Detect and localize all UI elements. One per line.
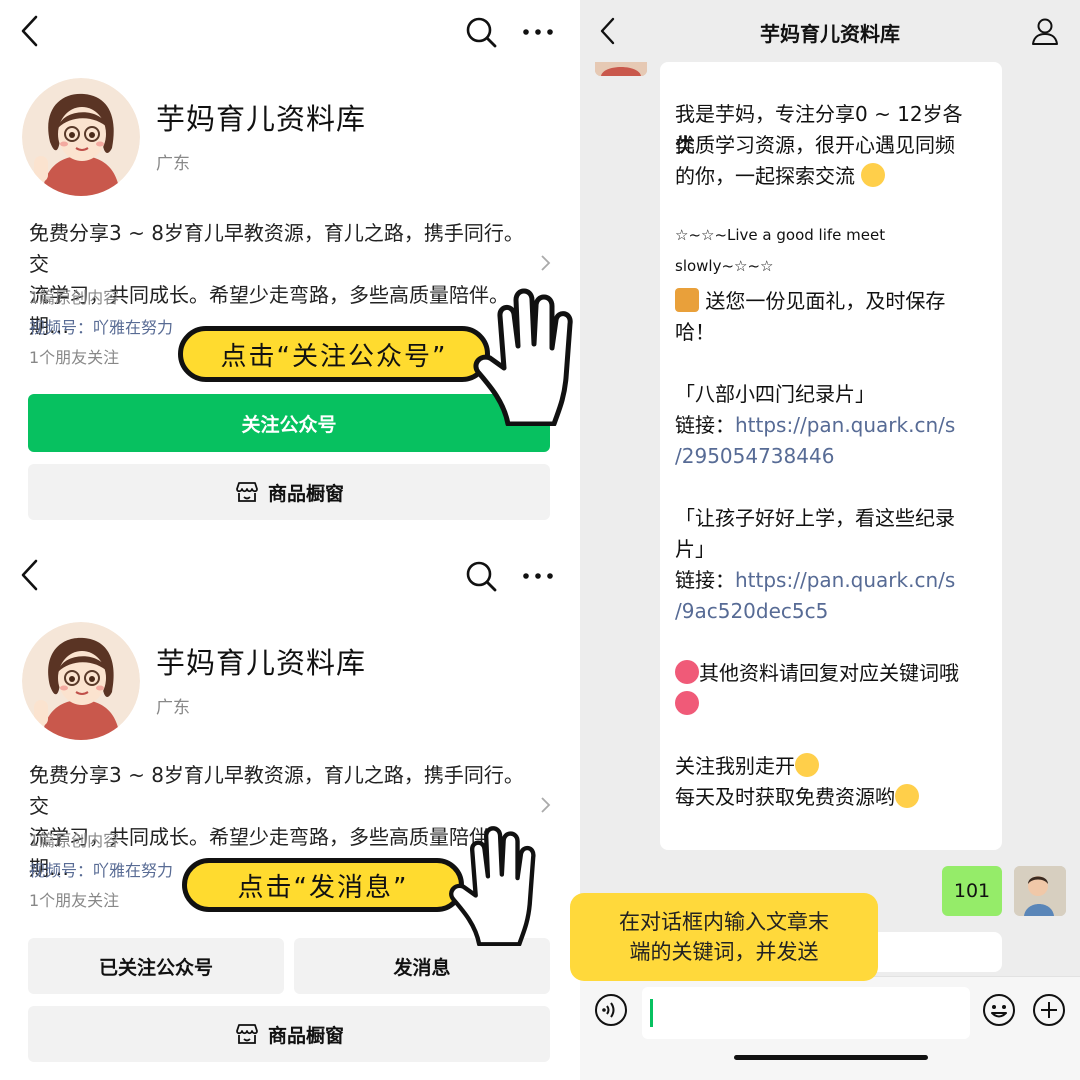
chat-input-bar xyxy=(580,976,1080,1080)
message-line: 「让孩子好好上学，看这些纪录 xyxy=(675,506,955,530)
account-name: 芋妈育儿资料库 xyxy=(156,102,367,136)
chat-header: 芋妈育儿资料库 xyxy=(580,0,1080,62)
shop-window-label: 商品橱窗 xyxy=(267,482,344,505)
text-cursor xyxy=(650,999,653,1027)
smile-emoji-icon xyxy=(861,163,886,187)
pointing-hand-icon xyxy=(473,288,573,426)
message-text: 关注我别走开 xyxy=(675,754,795,778)
channel-link[interactable]: 视频号：吖雅在努力 xyxy=(29,314,173,338)
account-profile-screens: 芋妈育儿资料库 广东 免费分享3 ~ 8岁育儿早教资源，育儿之路，携手同行。交 … xyxy=(0,0,580,1080)
message-line: 的你，一起探索交流 xyxy=(675,161,975,192)
my-avatar[interactable] xyxy=(1014,866,1066,916)
top-navbar xyxy=(0,0,580,60)
bottom-navbar xyxy=(0,544,580,604)
message-line: 优质学习资源，很开心遇见同频 xyxy=(675,133,955,157)
friends-following[interactable]: 1个朋友关注 xyxy=(29,887,119,911)
shop-window-button[interactable]: 商品橱窗 xyxy=(28,1006,550,1062)
callout-follow: 点击“关注公众号” xyxy=(178,326,490,382)
shop-window-button[interactable]: 商品橱窗 xyxy=(28,464,550,520)
chevron-right-icon xyxy=(541,797,551,813)
chat-title: 芋妈育儿资料库 xyxy=(760,22,900,46)
link-label: 链接： xyxy=(675,568,735,592)
message-text: 的你，一起探索交流 xyxy=(675,164,855,188)
followed-button[interactable]: 已关注公众号 xyxy=(28,938,284,994)
smile-icon[interactable] xyxy=(982,993,1016,1027)
more-dots-icon[interactable] xyxy=(520,564,556,588)
thinking-emoji-icon xyxy=(795,753,819,777)
thinking-emoji-icon xyxy=(895,784,919,808)
description-line: 免费分享3 ~ 8岁育儿早教资源，育儿之路，携手同行。交 xyxy=(29,763,524,818)
resource-link[interactable]: /9ac520dec5c5 xyxy=(675,599,828,623)
channel-link[interactable]: 视频号：吖雅在努力 xyxy=(29,857,173,881)
message-text: 其他资料请回复对应关键词哦 xyxy=(699,661,959,685)
message-line: 「八部小四门纪录片」 xyxy=(675,382,875,406)
resource-link[interactable]: https://pan.quark.cn/s xyxy=(735,413,955,437)
message-line: /9ac520dec5c5 xyxy=(675,596,975,627)
message-line: 每天及时获取免费资源哟 xyxy=(675,782,975,813)
original-count[interactable]: 1篇原创内容 xyxy=(29,284,119,308)
search-icon[interactable] xyxy=(464,559,498,593)
pointing-hand-icon xyxy=(449,826,536,946)
chat-screen: 我是芋妈，专注分享0 ~ 12岁各类 优质学习资源，很开心遇见同频 的你，一起探… xyxy=(570,0,1080,1080)
account-avatar[interactable] xyxy=(22,78,140,196)
message-line: 哈！ xyxy=(675,320,715,344)
plus-icon[interactable] xyxy=(1032,993,1066,1027)
instruction-tooltip: 在对话框内输入文章末 端的关键词，并发送 xyxy=(570,893,878,981)
shop-window-label: 商品橱窗 xyxy=(267,1024,344,1047)
message-line: 关注我别走开 xyxy=(675,751,975,782)
shop-awning-icon xyxy=(236,482,258,502)
chevron-left-icon[interactable] xyxy=(18,14,42,48)
account-location: 广东 xyxy=(156,154,190,174)
message-line: ☆~☆~Live a good life meet xyxy=(675,226,886,244)
heart-emoji-icon xyxy=(675,691,699,715)
message-line: 其他资料请回复对应关键词哦 xyxy=(675,658,975,689)
message-line: 链接：https://pan.quark.cn/s xyxy=(675,410,975,441)
message-text: 送您一份见面礼，及时保存 xyxy=(705,289,946,313)
voice-icon[interactable] xyxy=(594,993,628,1027)
tooltip-line: 在对话框内输入文章末 xyxy=(619,910,829,934)
message-line xyxy=(675,689,975,720)
search-icon[interactable] xyxy=(464,15,498,49)
message-line: 链接：https://pan.quark.cn/s xyxy=(675,565,975,596)
account-avatar[interactable] xyxy=(22,622,140,740)
message-text: 每天及时获取免费资源哟 xyxy=(675,785,895,809)
user-icon[interactable] xyxy=(1030,16,1060,46)
message-line: 送您一份见面礼，及时保存 xyxy=(675,286,975,317)
callout-message: 点击“发消息” xyxy=(182,858,464,912)
gift-emoji-icon xyxy=(675,288,699,312)
heart-emoji-icon xyxy=(675,660,699,684)
link-label: 链接： xyxy=(675,413,735,437)
message-input[interactable] xyxy=(642,987,970,1039)
resource-link[interactable]: /295054738446 xyxy=(675,444,834,468)
chevron-left-icon[interactable] xyxy=(18,558,42,592)
message-line: 片」 xyxy=(675,537,715,561)
shop-awning-icon xyxy=(236,1024,258,1044)
tooltip-line: 端的关键词，并发送 xyxy=(629,940,819,964)
original-count[interactable]: 1篇原创内容 xyxy=(29,827,119,851)
more-dots-icon[interactable] xyxy=(520,20,556,44)
send-message-button[interactable]: 发消息 xyxy=(294,938,550,994)
resource-link[interactable]: https://pan.quark.cn/s xyxy=(735,568,955,592)
account-location: 广东 xyxy=(156,698,190,718)
message-line: /295054738446 xyxy=(675,441,975,472)
my-message-bubble: 101 xyxy=(942,866,1002,916)
tooltip-tail xyxy=(860,960,874,980)
message-line: slowly~☆~☆ xyxy=(675,257,774,275)
friends-following[interactable]: 1个朋友关注 xyxy=(29,344,119,368)
home-indicator xyxy=(734,1055,928,1060)
description-line: 免费分享3 ~ 8岁育儿早教资源，育儿之路，携手同行。交 xyxy=(29,221,524,276)
account-name: 芋妈育儿资料库 xyxy=(156,646,367,680)
chevron-right-icon xyxy=(541,255,551,271)
